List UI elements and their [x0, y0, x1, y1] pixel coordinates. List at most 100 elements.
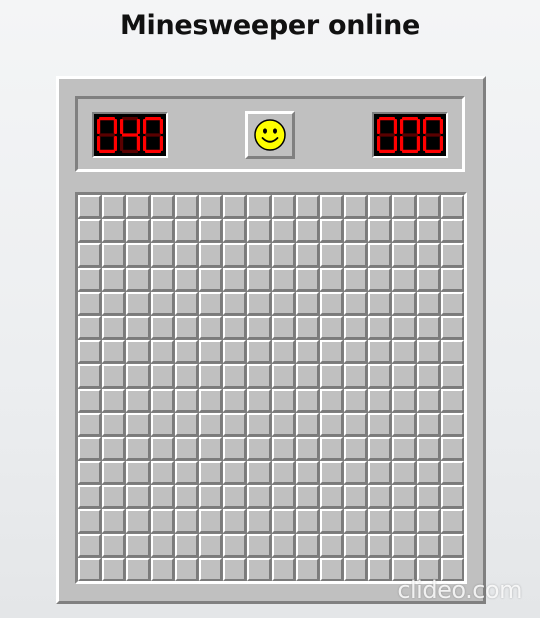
minefield-cell[interactable]	[440, 412, 464, 436]
minefield-cell[interactable]	[416, 485, 440, 509]
minefield-cell[interactable]	[271, 509, 295, 533]
minefield-cell[interactable]	[319, 340, 344, 364]
minefield-cell[interactable]	[247, 388, 271, 412]
minefield-cell[interactable]	[440, 485, 464, 509]
minefield-cell[interactable]	[271, 436, 295, 461]
minefield-cell[interactable]	[295, 267, 319, 291]
minefield-cell[interactable]	[440, 364, 464, 388]
minefield-cell[interactable]	[198, 340, 223, 364]
minefield-cell[interactable]	[198, 315, 223, 340]
minefield-cell[interactable]	[223, 436, 247, 461]
minefield-cell[interactable]	[198, 267, 223, 291]
minefield-cell[interactable]	[416, 461, 440, 485]
minefield-cell[interactable]	[126, 291, 150, 315]
minefield-cell[interactable]	[174, 461, 198, 485]
minefield-cell[interactable]	[368, 340, 392, 364]
minefield-cell[interactable]	[440, 388, 464, 412]
minefield-cell[interactable]	[102, 291, 126, 315]
minefield-cell[interactable]	[392, 485, 416, 509]
minefield-cell[interactable]	[440, 509, 464, 533]
minefield-cell[interactable]	[78, 219, 102, 243]
minefield-cell[interactable]	[150, 461, 174, 485]
minefield-cell[interactable]	[440, 195, 464, 219]
minefield-cell[interactable]	[174, 267, 198, 291]
minefield-cell[interactable]	[295, 461, 319, 485]
minefield-cell[interactable]	[78, 533, 102, 557]
minefield-cell[interactable]	[198, 291, 223, 315]
minefield-cell[interactable]	[126, 219, 150, 243]
minefield-cell[interactable]	[368, 243, 392, 267]
minefield-cell[interactable]	[295, 436, 319, 461]
minefield-cell[interactable]	[78, 485, 102, 509]
minefield-cell[interactable]	[150, 195, 174, 219]
minefield-cell[interactable]	[344, 364, 368, 388]
minefield-cell[interactable]	[78, 243, 102, 267]
minefield-cell[interactable]	[198, 461, 223, 485]
minefield-cell[interactable]	[102, 485, 126, 509]
minefield-cell[interactable]	[392, 509, 416, 533]
minefield-cell[interactable]	[78, 557, 102, 581]
minefield-cell[interactable]	[126, 509, 150, 533]
minefield-cell[interactable]	[223, 315, 247, 340]
minefield-cell[interactable]	[344, 557, 368, 581]
minefield-cell[interactable]	[295, 195, 319, 219]
minefield-cell[interactable]	[295, 291, 319, 315]
minefield-cell[interactable]	[150, 509, 174, 533]
minefield-cell[interactable]	[102, 219, 126, 243]
minefield-cell[interactable]	[368, 533, 392, 557]
minefield-cell[interactable]	[344, 267, 368, 291]
minefield-cell[interactable]	[126, 388, 150, 412]
minefield-cell[interactable]	[78, 412, 102, 436]
minefield-cell[interactable]	[102, 315, 126, 340]
minefield-cell[interactable]	[416, 364, 440, 388]
minefield-cell[interactable]	[102, 195, 126, 219]
reset-face-button[interactable]	[245, 111, 295, 159]
minefield-cell[interactable]	[319, 243, 344, 267]
minefield-cell[interactable]	[247, 509, 271, 533]
minefield-cell[interactable]	[198, 195, 223, 219]
minefield-cell[interactable]	[102, 509, 126, 533]
minefield-cell[interactable]	[416, 315, 440, 340]
minefield-cell[interactable]	[150, 315, 174, 340]
minefield-cell[interactable]	[174, 533, 198, 557]
minefield-cell[interactable]	[223, 485, 247, 509]
minefield-cell[interactable]	[126, 533, 150, 557]
minefield-cell[interactable]	[247, 195, 271, 219]
minefield-cell[interactable]	[319, 315, 344, 340]
minefield-cell[interactable]	[126, 315, 150, 340]
minefield-cell[interactable]	[344, 315, 368, 340]
minefield-cell[interactable]	[392, 436, 416, 461]
minefield-cell[interactable]	[319, 364, 344, 388]
minefield-cell[interactable]	[319, 557, 344, 581]
minefield-cell[interactable]	[78, 436, 102, 461]
minefield-cell[interactable]	[247, 412, 271, 436]
minefield-cell[interactable]	[271, 461, 295, 485]
minefield-cell[interactable]	[150, 412, 174, 436]
minefield-cell[interactable]	[223, 243, 247, 267]
minefield-cell[interactable]	[368, 461, 392, 485]
minefield-cell[interactable]	[319, 388, 344, 412]
minefield-cell[interactable]	[150, 340, 174, 364]
minefield-cell[interactable]	[247, 340, 271, 364]
minefield-cell[interactable]	[416, 291, 440, 315]
minefield-cell[interactable]	[440, 243, 464, 267]
minefield-cell[interactable]	[295, 485, 319, 509]
minefield-cell[interactable]	[126, 436, 150, 461]
minefield-cell[interactable]	[174, 219, 198, 243]
minefield-cell[interactable]	[271, 195, 295, 219]
minefield-cell[interactable]	[319, 436, 344, 461]
minefield-cell[interactable]	[440, 340, 464, 364]
minefield-cell[interactable]	[174, 412, 198, 436]
minefield-cell[interactable]	[198, 509, 223, 533]
minefield-cell[interactable]	[150, 436, 174, 461]
minefield-cell[interactable]	[247, 461, 271, 485]
minefield-cell[interactable]	[295, 557, 319, 581]
minefield-cell[interactable]	[150, 219, 174, 243]
minefield-cell[interactable]	[344, 340, 368, 364]
minefield-cell[interactable]	[392, 364, 416, 388]
minefield-cell[interactable]	[368, 509, 392, 533]
minefield-cell[interactable]	[174, 340, 198, 364]
minefield-cell[interactable]	[271, 364, 295, 388]
minefield-cell[interactable]	[319, 267, 344, 291]
minefield-cell[interactable]	[247, 219, 271, 243]
